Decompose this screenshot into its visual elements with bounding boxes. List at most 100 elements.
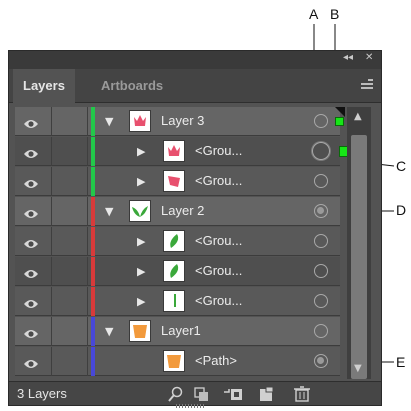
expand-triangle-closed-icon[interactable]: ▶	[137, 145, 145, 158]
target-icon[interactable]	[314, 264, 328, 278]
sublayer-row[interactable]: <Path>	[15, 347, 340, 376]
trash-icon[interactable]	[293, 386, 311, 402]
current-layer-indicator	[335, 107, 345, 117]
eye-icon[interactable]	[23, 325, 39, 338]
tulip-pink-icon	[163, 140, 185, 162]
column-divider	[51, 197, 52, 226]
eye-icon[interactable]	[23, 175, 39, 188]
layers-list: ▼ Layer 3 ▶ <Grou... ▶ <Grou... ▼ Layer 2 ▶ <Grou…	[15, 107, 350, 379]
lock-toggle[interactable]	[87, 197, 88, 226]
layer-color-bar	[91, 317, 95, 346]
layer-color-bar	[91, 287, 95, 316]
target-icon[interactable]	[314, 294, 328, 308]
eye-icon[interactable]	[23, 265, 39, 278]
scrollbar-thumb[interactable]	[351, 135, 367, 379]
layer-color-bar	[91, 257, 95, 286]
lock-toggle[interactable]	[87, 257, 88, 286]
lock-toggle[interactable]	[87, 227, 88, 256]
eye-icon[interactable]	[23, 145, 39, 158]
layer-name[interactable]: <Path>	[195, 353, 237, 368]
lock-toggle[interactable]	[87, 137, 88, 166]
layer-color-bar	[91, 137, 95, 166]
locate-object-icon[interactable]	[167, 386, 185, 402]
expand-triangle-open-icon[interactable]: ▼	[105, 205, 113, 218]
layer-name[interactable]: <Grou...	[195, 173, 242, 188]
expand-triangle-closed-icon[interactable]: ▶	[137, 265, 145, 278]
column-divider	[51, 347, 52, 376]
target-icon[interactable]	[314, 354, 328, 368]
tulip-pink-icon	[129, 110, 151, 132]
lock-toggle[interactable]	[87, 347, 88, 376]
pot-orange-icon	[129, 320, 151, 342]
petal-pink-icon	[163, 170, 185, 192]
layer-color-bar	[91, 197, 95, 226]
eye-icon[interactable]	[23, 205, 39, 218]
create-sublayer-icon[interactable]	[223, 386, 242, 402]
sublayer-row[interactable]: ▶ <Grou...	[15, 167, 340, 196]
layer-name[interactable]: <Grou...	[195, 143, 242, 158]
expand-triangle-closed-icon[interactable]: ▶	[137, 295, 145, 308]
scroll-up-arrow[interactable]: ▲	[354, 111, 362, 122]
column-divider	[51, 257, 52, 286]
target-icon[interactable]	[314, 114, 328, 128]
layer-name[interactable]: Layer1	[161, 323, 201, 338]
column-divider	[51, 227, 52, 256]
panel-tabbar: Layers Artboards	[9, 69, 381, 103]
leaf-green-icon	[163, 260, 185, 282]
sublayer-row[interactable]: ▶ <Grou...	[15, 227, 340, 256]
panel-menu-button[interactable]	[357, 77, 373, 93]
pot-orange-icon	[163, 350, 185, 372]
lock-toggle[interactable]	[87, 167, 88, 196]
expand-triangle-closed-icon[interactable]: ▶	[137, 235, 145, 248]
eye-icon[interactable]	[23, 295, 39, 308]
expand-triangle-open-icon[interactable]: ▼	[105, 325, 113, 338]
tab-artboards[interactable]: Artboards	[91, 69, 173, 103]
expand-triangle-closed-icon[interactable]: ▶	[137, 175, 145, 188]
layer-color-bar	[91, 167, 95, 196]
create-new-layer-icon[interactable]	[257, 386, 275, 402]
target-icon[interactable]	[312, 142, 330, 160]
layer-row[interactable]: ▼ Layer 3	[15, 107, 344, 136]
close-panel-button[interactable]: ✕	[365, 52, 373, 63]
callout-c: C	[396, 158, 407, 174]
leaf-green-icon	[163, 230, 185, 252]
sublayer-row[interactable]: ▶ <Grou...	[15, 137, 350, 166]
stem-green-icon	[163, 290, 185, 312]
layer-color-bar	[91, 227, 95, 256]
sublayer-row[interactable]: ▶ <Grou...	[15, 257, 340, 286]
layer-name[interactable]: Layer 3	[161, 113, 204, 128]
lock-toggle[interactable]	[87, 287, 88, 316]
eye-icon[interactable]	[23, 235, 39, 248]
lock-toggle[interactable]	[87, 107, 88, 136]
scroll-down-arrow[interactable]: ▼	[354, 363, 362, 374]
make-clipping-mask-icon[interactable]	[193, 386, 211, 402]
target-icon[interactable]	[314, 204, 328, 218]
eye-icon[interactable]	[23, 115, 39, 128]
layer-count: 3 Layers	[17, 386, 67, 401]
panel-titlebar: ◂◂ ✕	[9, 51, 381, 69]
collapse-panel-button[interactable]: ◂◂	[343, 52, 353, 63]
column-divider	[51, 167, 52, 196]
expand-triangle-open-icon[interactable]: ▼	[105, 115, 113, 128]
eye-icon[interactable]	[23, 355, 39, 368]
callout-a: A	[309, 6, 319, 22]
panel-footer: 3 Layers	[9, 381, 381, 405]
tab-layers[interactable]: Layers	[13, 69, 75, 103]
layer-row[interactable]: ▼ Layer1	[15, 317, 340, 346]
target-icon[interactable]	[314, 174, 328, 188]
target-icon[interactable]	[314, 234, 328, 248]
layer-name[interactable]: Layer 2	[161, 203, 204, 218]
target-icon[interactable]	[314, 324, 328, 338]
selection-indicator-square[interactable]	[335, 117, 344, 126]
layer-name[interactable]: <Grou...	[195, 233, 242, 248]
layer-name[interactable]: <Grou...	[195, 293, 242, 308]
callout-e: E	[396, 354, 406, 370]
sublayer-row[interactable]: ▶ <Grou...	[15, 287, 340, 316]
layer-row[interactable]: ▼ Layer 2	[15, 197, 340, 226]
layers-panel: ◂◂ ✕ Layers Artboards ▼ Layer 3 ▶ <Grou... ▶…	[8, 50, 382, 406]
layer-color-bar	[91, 347, 95, 376]
layer-name[interactable]: <Grou...	[195, 263, 242, 278]
layer-color-bar	[91, 107, 95, 136]
panel-resize-grip[interactable]	[176, 404, 206, 408]
lock-toggle[interactable]	[87, 317, 88, 346]
